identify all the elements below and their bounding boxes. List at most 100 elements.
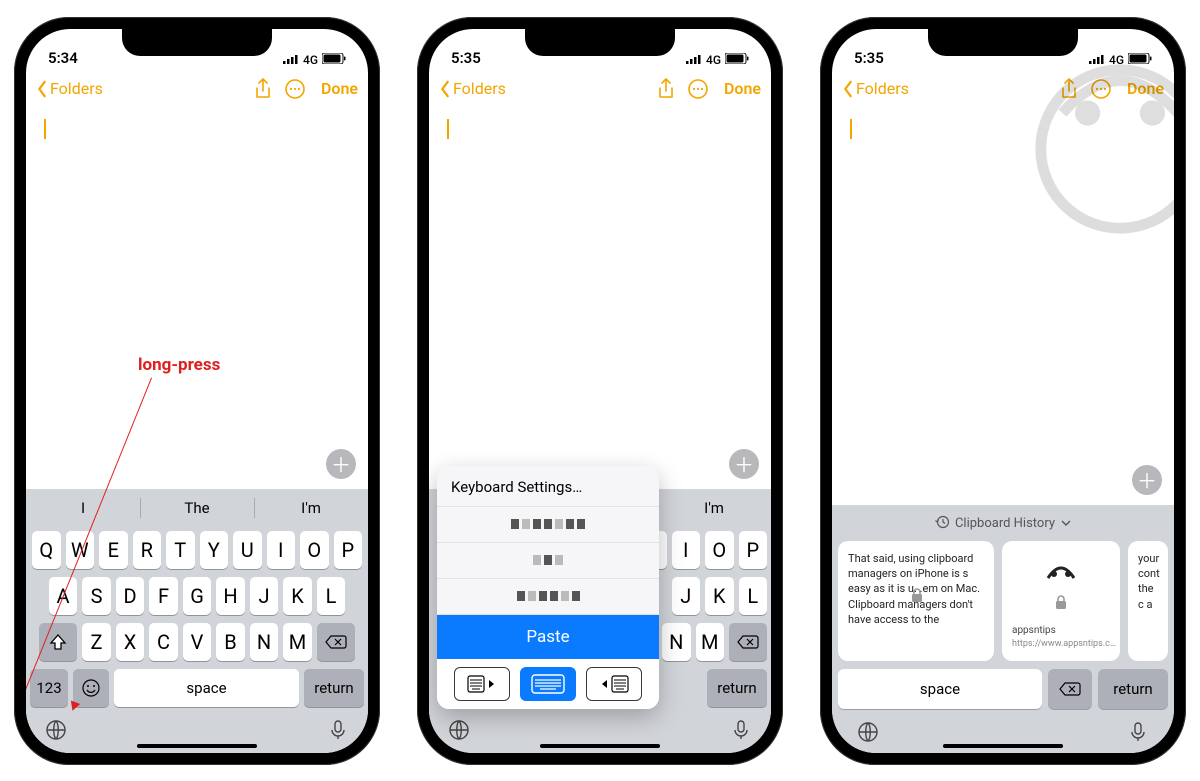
tutorial-stage: 5:34 4G Folders — [0, 0, 1200, 781]
key-h[interactable]: H — [216, 577, 245, 615]
add-attachment-button[interactable]: ＋ — [326, 449, 356, 479]
space-key[interactable]: space — [838, 669, 1042, 709]
suggestion-3[interactable]: I'm — [254, 489, 368, 527]
clip-card-1[interactable]: That said, using clipboard managers on i… — [838, 541, 994, 661]
return-key[interactable]: return — [1098, 669, 1168, 709]
key-c[interactable]: C — [149, 623, 178, 661]
back-button[interactable]: Folders — [439, 79, 506, 98]
keyboard-option-2[interactable] — [437, 543, 659, 579]
nav-bar: Folders Done — [429, 69, 771, 109]
home-indicator — [943, 744, 1063, 748]
watermark-icon — [1030, 59, 1174, 239]
add-attachment-button[interactable]: ＋ — [1132, 465, 1162, 495]
numbers-key[interactable]: 123 — [30, 669, 68, 707]
space-key[interactable]: space — [114, 669, 299, 707]
clip-source: appsntips — [1012, 624, 1110, 638]
key-p[interactable]: P — [739, 531, 768, 569]
key-l[interactable]: L — [317, 577, 346, 615]
keyboard: I The I'm Q W E R T Y U I O P A — [26, 489, 368, 753]
phone-frame-1: 5:34 4G Folders — [14, 17, 380, 765]
key-m[interactable]: M — [696, 623, 725, 661]
key-l[interactable]: L — [739, 577, 768, 615]
globe-icon[interactable] — [856, 720, 880, 748]
clipboard-history-header[interactable]: Clipboard History — [838, 511, 1168, 541]
key-g[interactable]: G — [183, 577, 212, 615]
keyboard-option-1[interactable] — [437, 507, 659, 543]
keyboard-option-3[interactable] — [437, 579, 659, 615]
annotation-label: long-press — [138, 355, 220, 375]
suggestion-3[interactable]: I'm — [657, 489, 771, 527]
done-button[interactable]: Done — [321, 79, 358, 98]
key-k[interactable]: K — [705, 577, 734, 615]
key-t[interactable]: T — [166, 531, 195, 569]
key-f[interactable]: F — [149, 577, 178, 615]
key-o[interactable]: O — [705, 531, 734, 569]
suggestion-2[interactable]: The — [140, 489, 254, 527]
clip-card-2[interactable]: appsntips https://www.appsntips.c… — [1002, 541, 1120, 661]
mic-icon[interactable] — [729, 718, 753, 746]
key-v[interactable]: V — [183, 623, 212, 661]
back-label: Folders — [50, 79, 103, 98]
note-editor[interactable]: ＋ — [26, 109, 368, 489]
dock-left-button[interactable] — [454, 667, 510, 701]
keyboard-settings-item[interactable]: Keyboard Settings… — [437, 466, 659, 507]
return-key[interactable]: return — [304, 669, 364, 707]
mic-icon[interactable] — [326, 718, 350, 746]
key-w[interactable]: W — [66, 531, 95, 569]
backspace-key[interactable] — [317, 623, 355, 661]
key-u[interactable]: U — [233, 531, 262, 569]
back-button[interactable]: Folders — [36, 79, 103, 98]
key-o[interactable]: O — [300, 531, 329, 569]
emoji-key[interactable] — [73, 669, 109, 707]
key-n[interactable]: N — [250, 623, 279, 661]
key-i[interactable]: I — [672, 531, 701, 569]
dock-right-button[interactable] — [586, 667, 642, 701]
key-s[interactable]: S — [82, 577, 111, 615]
globe-icon[interactable] — [447, 718, 471, 746]
key-m[interactable]: M — [283, 623, 312, 661]
lock-icon — [1054, 594, 1068, 614]
key-d[interactable]: D — [116, 577, 145, 615]
share-icon[interactable] — [654, 78, 678, 100]
more-icon[interactable] — [283, 78, 307, 100]
return-key[interactable]: return — [707, 669, 767, 707]
key-n[interactable]: N — [662, 623, 691, 661]
mic-icon[interactable] — [1126, 720, 1150, 748]
back-button[interactable]: Folders — [842, 79, 909, 98]
key-z[interactable]: Z — [82, 623, 111, 661]
key-x[interactable]: X — [116, 623, 145, 661]
status-right: 4G — [686, 53, 749, 67]
phone-frame-3: 5:35 4G Folders Done ＋ — [820, 17, 1186, 765]
key-b[interactable]: B — [216, 623, 245, 661]
key-y[interactable]: Y — [200, 531, 229, 569]
key-e[interactable]: E — [99, 531, 128, 569]
key-j[interactable]: J — [672, 577, 701, 615]
key-j[interactable]: J — [250, 577, 279, 615]
done-button[interactable]: Done — [724, 79, 761, 98]
suggestion-1[interactable]: I — [26, 489, 140, 527]
app-logo-icon — [1044, 556, 1078, 588]
key-p[interactable]: P — [334, 531, 363, 569]
paste-button[interactable]: Paste — [437, 615, 659, 659]
key-k[interactable]: K — [283, 577, 312, 615]
clip-card-3[interactable]: your cont the c a — [1128, 541, 1168, 661]
globe-icon[interactable] — [44, 718, 68, 746]
signal-icon — [686, 53, 702, 67]
backspace-key[interactable] — [729, 623, 767, 661]
note-editor[interactable]: ＋ — [429, 109, 771, 489]
battery-icon — [322, 53, 346, 67]
share-icon[interactable] — [251, 78, 275, 100]
network-label: 4G — [706, 53, 721, 67]
add-attachment-button[interactable]: ＋ — [729, 449, 759, 479]
notch — [525, 29, 675, 56]
backspace-key[interactable] — [1048, 669, 1092, 709]
text-cursor — [850, 119, 852, 139]
key-r[interactable]: R — [133, 531, 162, 569]
phone-frame-2: 5:35 4G Folders Done ＋ — [417, 17, 783, 765]
network-label: 4G — [303, 53, 318, 67]
more-icon[interactable] — [686, 78, 710, 100]
key-q[interactable]: Q — [32, 531, 61, 569]
dock-center-button[interactable] — [520, 667, 576, 701]
key-row-3: Z X C V B N M — [26, 619, 368, 665]
key-i[interactable]: I — [267, 531, 296, 569]
